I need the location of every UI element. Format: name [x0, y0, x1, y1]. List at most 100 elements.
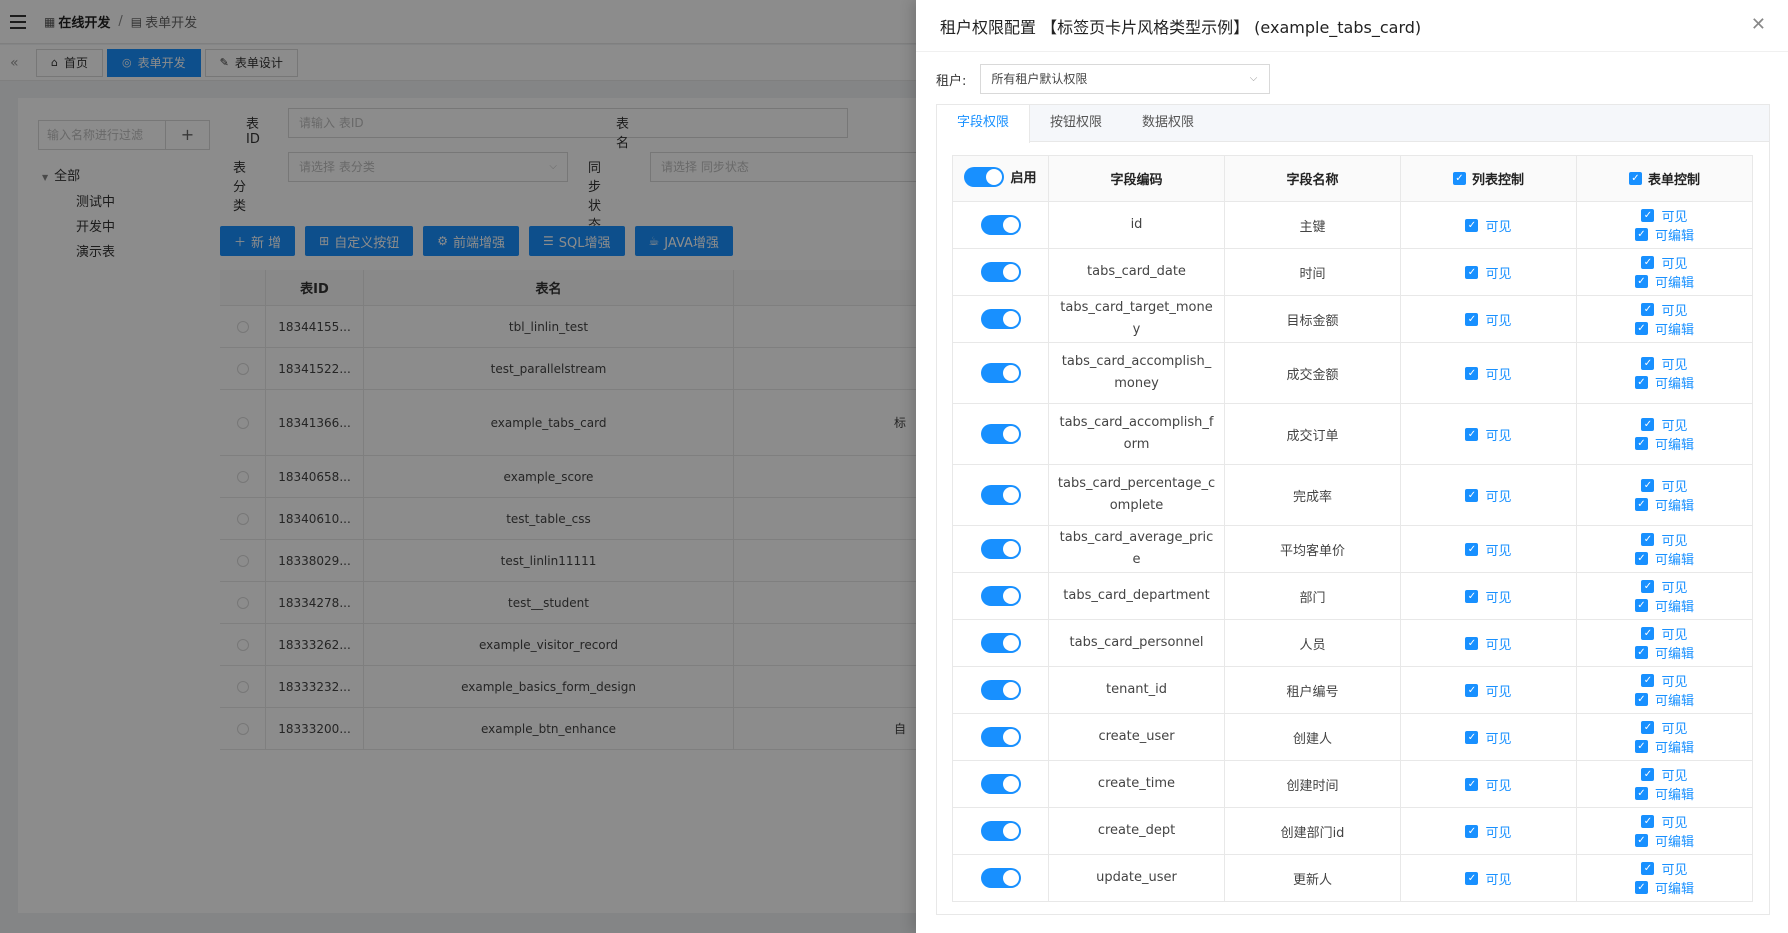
list-visible-checkbox[interactable]: ✓ 可见 — [1465, 486, 1512, 505]
form-editable-checkbox[interactable]: ✓ 可编辑 — [1634, 549, 1694, 568]
field-enable-switch[interactable] — [980, 539, 1021, 559]
field-enable-switch[interactable] — [980, 485, 1021, 505]
enable-all-switch[interactable] — [964, 166, 1005, 187]
table-header-row: 启用 字段编码 字段名称 ✓ 列表控制 ✓ 表单控制 — [952, 155, 1753, 202]
form-visible-checkbox[interactable]: ✓ 可见 — [1641, 476, 1688, 495]
cell-list-control: ✓ 可见 — [1400, 619, 1577, 667]
form-editable-checkbox[interactable]: ✓ 可编辑 — [1634, 495, 1694, 514]
form-visible-checkbox[interactable]: ✓ 可见 — [1641, 300, 1688, 319]
form-editable-checkbox[interactable]: ✓ 可编辑 — [1634, 272, 1694, 291]
cell-form-control: ✓ 可见 ✓ 可编辑 — [1576, 619, 1753, 667]
list-visible-checkbox[interactable]: ✓ 可见 — [1465, 425, 1512, 444]
form-editable-checkbox[interactable]: ✓ 可编辑 — [1634, 319, 1694, 338]
field-enable-switch[interactable] — [980, 774, 1021, 794]
cell-form-control: ✓ 可见 ✓ 可编辑 — [1576, 295, 1753, 343]
form-editable-checkbox[interactable]: ✓ 可编辑 — [1634, 596, 1694, 615]
checkbox-checked-icon: ✓ — [1634, 437, 1648, 450]
checkbox-checked-icon: ✓ — [1634, 881, 1648, 894]
checkbox-checked-icon: ✓ — [1634, 834, 1648, 847]
cell-field-code: create_user — [1048, 713, 1225, 761]
form-visible-checkbox[interactable]: ✓ 可见 — [1641, 577, 1688, 596]
form-visible-checkbox[interactable]: ✓ 可见 — [1641, 812, 1688, 831]
form-editable-checkbox[interactable]: ✓ 可编辑 — [1634, 690, 1694, 709]
form-visible-checkbox[interactable]: ✓ 可见 — [1641, 718, 1688, 737]
field-enable-switch[interactable] — [980, 727, 1021, 747]
form-visible-checkbox[interactable]: ✓ 可见 — [1641, 765, 1688, 784]
cell-enable — [952, 342, 1049, 404]
field-enable-switch[interactable] — [980, 680, 1021, 700]
form-visible-checkbox[interactable]: ✓ 可见 — [1641, 253, 1688, 272]
cell-enable — [952, 572, 1049, 620]
cell-enable — [952, 403, 1049, 465]
form-visible-checkbox[interactable]: ✓ 可见 — [1641, 624, 1688, 643]
form-control-all-checkbox[interactable]: ✓ — [1628, 172, 1642, 185]
checkbox-checked-icon: ✓ — [1465, 366, 1479, 380]
form-visible-checkbox[interactable]: ✓ 可见 — [1641, 859, 1688, 878]
list-visible-checkbox[interactable]: ✓ 可见 — [1465, 263, 1512, 282]
cell-form-control: ✓ 可见 ✓ 可编辑 — [1576, 807, 1753, 855]
field-enable-switch[interactable] — [980, 424, 1021, 444]
form-editable-checkbox[interactable]: ✓ 可编辑 — [1634, 373, 1694, 392]
cell-field-code: tabs_card_target_money — [1048, 295, 1225, 343]
tab-data-permission[interactable]: 数据权限 — [1122, 105, 1214, 143]
checkbox-checked-icon: ✓ — [1634, 498, 1648, 511]
field-enable-switch[interactable] — [980, 215, 1021, 235]
close-icon[interactable]: ✕ — [1751, 14, 1766, 35]
list-visible-checkbox[interactable]: ✓ 可见 — [1465, 587, 1512, 606]
cell-list-control: ✓ 可见 — [1400, 248, 1577, 296]
checkbox-checked-icon: ✓ — [1641, 303, 1655, 316]
field-enable-switch[interactable] — [980, 363, 1021, 383]
form-visible-checkbox[interactable]: ✓ 可见 — [1641, 206, 1688, 225]
cell-field-name: 创建时间 — [1224, 760, 1401, 808]
field-enable-switch[interactable] — [980, 586, 1021, 606]
list-control-header: ✓ 列表控制 — [1400, 155, 1577, 202]
form-visible-checkbox[interactable]: ✓ 可见 — [1641, 415, 1688, 434]
field-enable-switch[interactable] — [980, 309, 1021, 329]
form-visible-checkbox[interactable]: ✓ 可见 — [1641, 530, 1688, 549]
list-visible-checkbox[interactable]: ✓ 可见 — [1465, 310, 1512, 329]
cell-enable — [952, 854, 1049, 902]
field-enable-switch[interactable] — [980, 633, 1021, 653]
tab-button-permission[interactable]: 按钮权限 — [1030, 105, 1122, 143]
form-editable-checkbox[interactable]: ✓ 可编辑 — [1634, 643, 1694, 662]
permission-row: create_time 创建时间 ✓ 可见 ✓ 可见 ✓ 可编辑 — [952, 760, 1753, 808]
form-editable-checkbox[interactable]: ✓ 可编辑 — [1634, 434, 1694, 453]
checkbox-checked-icon: ✓ — [1465, 871, 1479, 885]
cell-enable — [952, 201, 1049, 249]
list-visible-checkbox[interactable]: ✓ 可见 — [1465, 822, 1512, 841]
form-editable-checkbox[interactable]: ✓ 可编辑 — [1634, 878, 1694, 897]
cell-enable — [952, 713, 1049, 761]
cell-form-control: ✓ 可见 ✓ 可编辑 — [1576, 854, 1753, 902]
cell-field-name: 更新人 — [1224, 854, 1401, 902]
form-editable-checkbox[interactable]: ✓ 可编辑 — [1634, 831, 1694, 850]
list-visible-checkbox[interactable]: ✓ 可见 — [1465, 540, 1512, 559]
list-visible-checkbox[interactable]: ✓ 可见 — [1465, 216, 1512, 235]
tab-field-permission[interactable]: 字段权限 — [937, 105, 1031, 143]
cell-enable — [952, 807, 1049, 855]
cell-list-control: ✓ 可见 — [1400, 854, 1577, 902]
checkbox-checked-icon: ✓ — [1641, 721, 1655, 734]
list-visible-checkbox[interactable]: ✓ 可见 — [1465, 775, 1512, 794]
form-control-header: ✓ 表单控制 — [1576, 155, 1753, 202]
form-editable-checkbox[interactable]: ✓ 可编辑 — [1634, 225, 1694, 244]
form-visible-checkbox[interactable]: ✓ 可见 — [1641, 671, 1688, 690]
form-editable-checkbox[interactable]: ✓ 可编辑 — [1634, 784, 1694, 803]
cell-field-name: 创建部门id — [1224, 807, 1401, 855]
cell-enable — [952, 525, 1049, 573]
checkbox-checked-icon: ✓ — [1465, 636, 1479, 650]
cell-field-code: tabs_card_percentage_complete — [1048, 464, 1225, 526]
tenant-select[interactable]: 所有租户默认权限 ⌵ — [980, 64, 1271, 94]
field-enable-switch[interactable] — [980, 262, 1021, 282]
field-enable-switch[interactable] — [980, 868, 1021, 888]
list-visible-checkbox[interactable]: ✓ 可见 — [1465, 869, 1512, 888]
list-visible-checkbox[interactable]: ✓ 可见 — [1465, 728, 1512, 747]
list-visible-checkbox[interactable]: ✓ 可见 — [1465, 634, 1512, 653]
list-visible-checkbox[interactable]: ✓ 可见 — [1465, 364, 1512, 383]
form-visible-checkbox[interactable]: ✓ 可见 — [1641, 354, 1688, 373]
list-visible-checkbox[interactable]: ✓ 可见 — [1465, 681, 1512, 700]
form-editable-checkbox[interactable]: ✓ 可编辑 — [1634, 737, 1694, 756]
cell-list-control: ✓ 可见 — [1400, 342, 1577, 404]
field-enable-switch[interactable] — [980, 821, 1021, 841]
permission-row: tabs_card_department 部门 ✓ 可见 ✓ 可见 ✓ 可编辑 — [952, 572, 1753, 620]
list-control-all-checkbox[interactable]: ✓ — [1452, 172, 1466, 185]
